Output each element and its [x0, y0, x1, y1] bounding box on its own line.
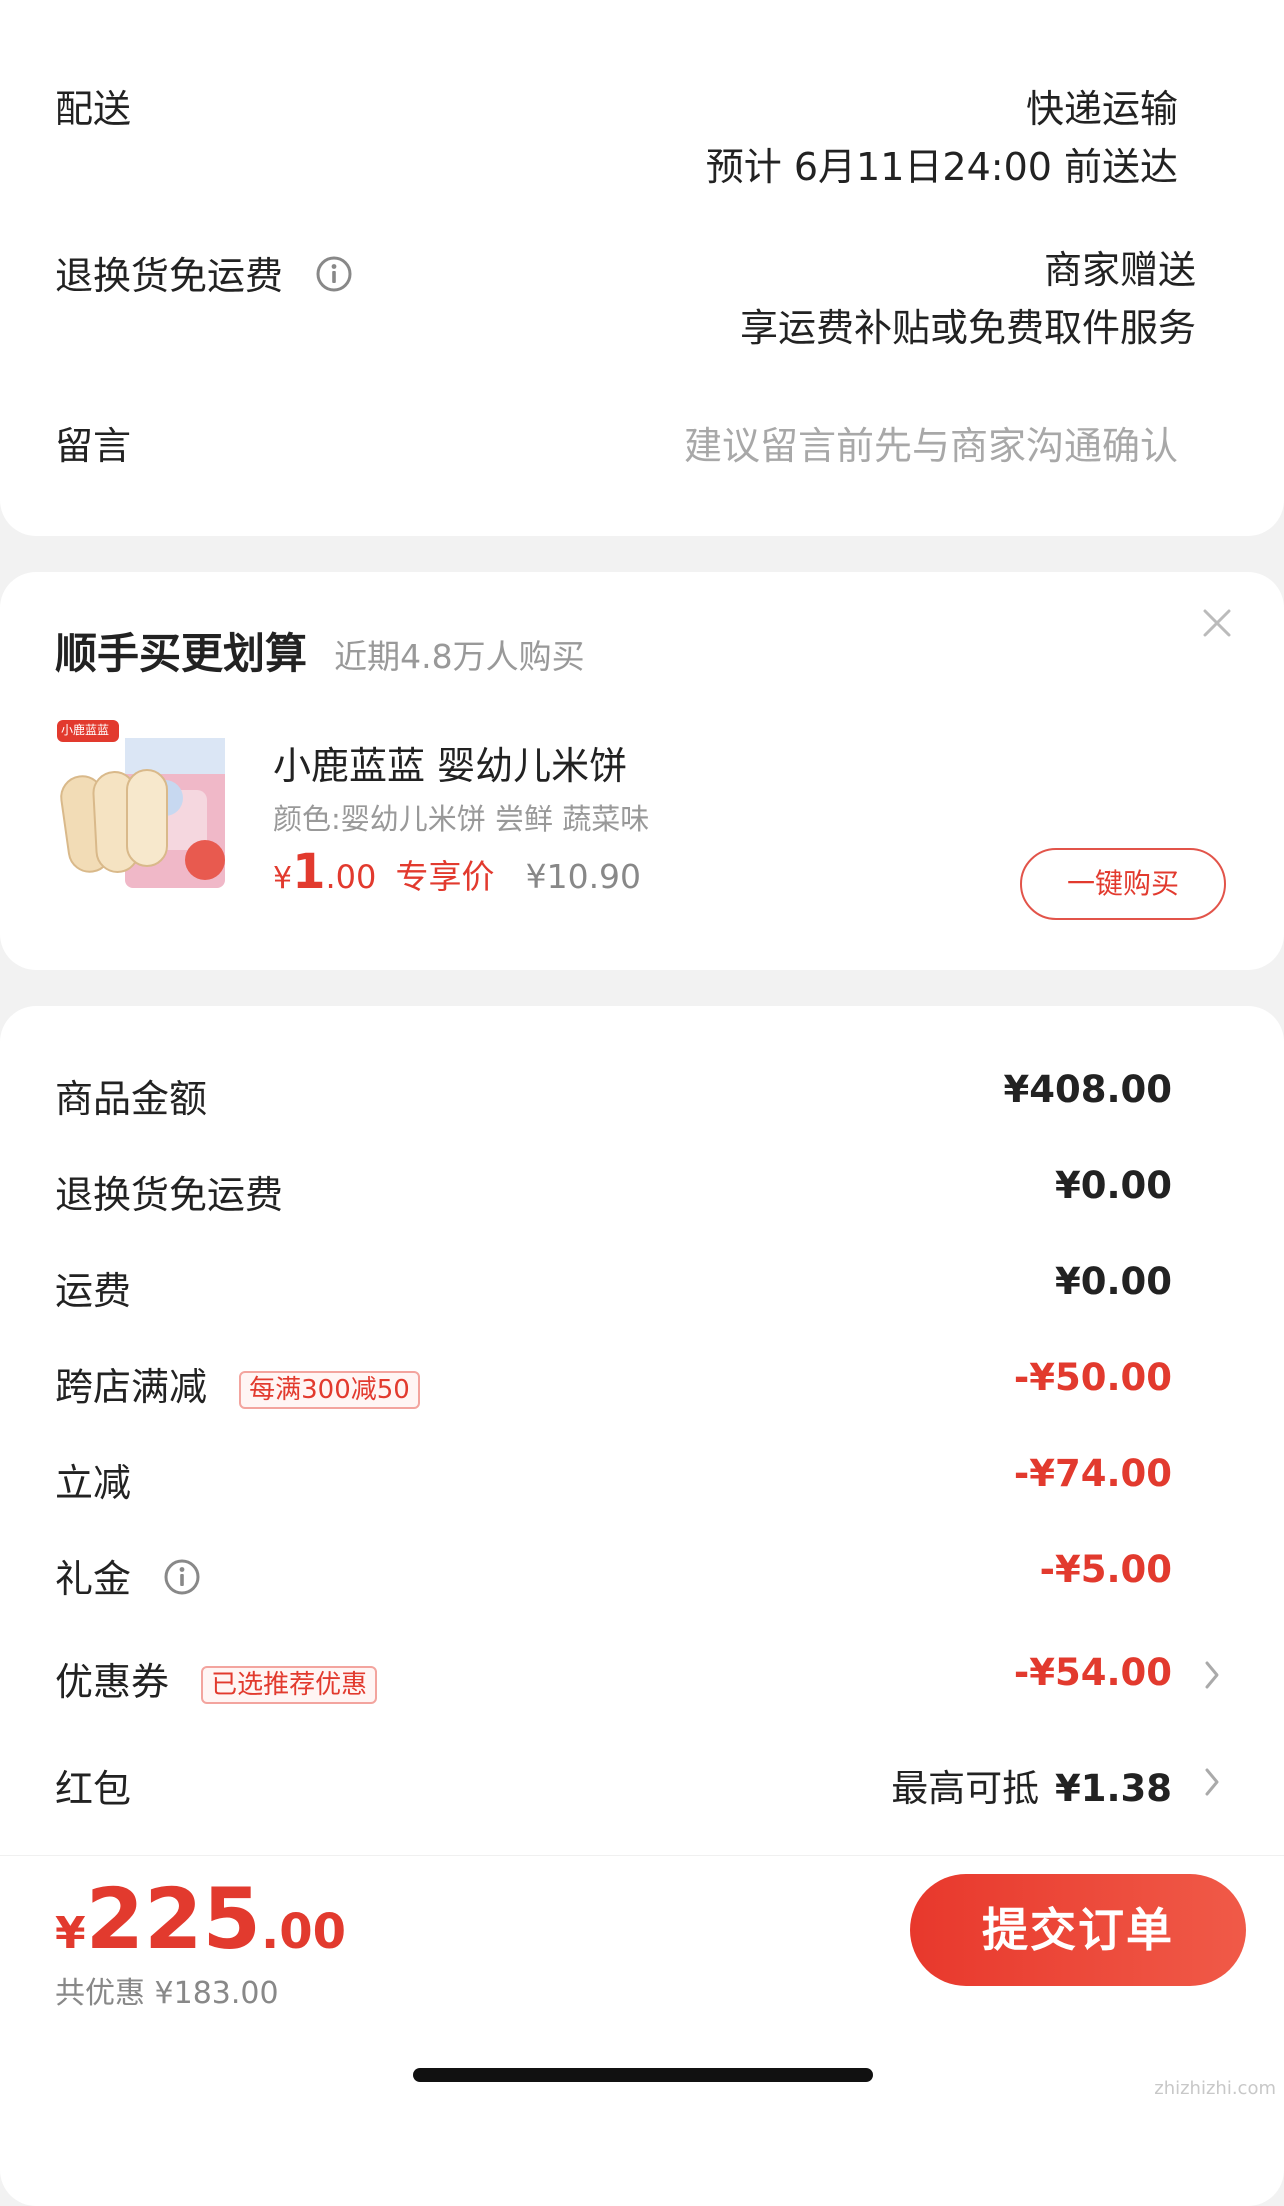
one-click-buy-button[interactable]: 一键购买 — [1020, 848, 1226, 920]
summary-label: 跨店满减 每满300减50 — [55, 1356, 420, 1411]
summary-value: -¥50.00 — [1013, 1356, 1172, 1399]
return-freight-label-text: 退换货免运费 — [55, 254, 284, 298]
coupon-tag: 已选推荐优惠 — [201, 1665, 378, 1704]
submit-order-button[interactable]: 提交订单 — [910, 1874, 1246, 1986]
product-name[interactable]: 小鹿蓝蓝 婴幼儿米饼 — [273, 735, 627, 790]
summary-label-text: 优惠券 — [55, 1660, 170, 1704]
message-input[interactable]: 建议留言前先与商家沟通确认 — [684, 415, 1178, 470]
message-row[interactable]: 留言 建议留言前先与商家沟通确认 — [55, 415, 1284, 495]
chevron-right-icon[interactable] — [1202, 1764, 1222, 1804]
product-image[interactable]: 小鹿蓝蓝 — [55, 720, 235, 900]
return-freight-value1: 商家赠送 — [1043, 248, 1196, 292]
red-packet-prefix: 最高可抵 — [891, 1767, 1040, 1810]
price-tag: 专享价 — [395, 857, 495, 896]
summary-label: 退换货免运费 — [55, 1173, 284, 1217]
info-icon[interactable] — [315, 255, 353, 302]
summary-row-gift-money: 礼金 -¥5.00 — [55, 1548, 1284, 1628]
summary-label: 立减 — [55, 1461, 132, 1505]
summary-value: ¥408.00 — [1003, 1068, 1172, 1111]
message-label: 留言 — [55, 424, 132, 468]
summary-label-text: 礼金 — [55, 1557, 132, 1601]
summary-row-coupon[interactable]: 优惠券 已选推荐优惠 -¥54.00 — [55, 1651, 1284, 1731]
summary-value: ¥0.00 — [1054, 1260, 1172, 1303]
order-info-card: 配送 快递运输 预计 6月11日24:00 前送达 退换货免运费 商家赠送 享运… — [0, 0, 1284, 536]
home-indicator — [413, 2068, 873, 2082]
info-icon[interactable] — [163, 1558, 201, 1605]
summary-label-text: 跨店满减 — [55, 1365, 208, 1409]
return-freight-value2: 享运费补贴或免费取件服务 — [739, 306, 1196, 350]
chevron-right-icon[interactable] — [1202, 1657, 1222, 1697]
checkout-bar: ¥225.00 共优惠 ¥183.00 提交订单 zhizhizhi.com — [0, 1855, 1284, 2108]
upsell-subtitle: 近期4.8万人购买 — [334, 637, 585, 676]
summary-label: 优惠券 已选推荐优惠 — [55, 1651, 378, 1706]
delivery-method: 快递运输 — [1025, 87, 1178, 131]
summary-row-goods: 商品金额 ¥408.00 — [55, 1068, 1284, 1148]
summary-value: -¥74.00 — [1013, 1452, 1172, 1495]
return-freight-row: 退换货免运费 商家赠送 享运费补贴或免费取件服务 — [55, 245, 1284, 350]
summary-row-shipping: 运费 ¥0.00 — [55, 1260, 1284, 1340]
product-spec: 颜色:婴幼儿米饼 尝鲜 蔬菜味 — [273, 802, 650, 836]
summary-value: -¥54.00 — [1013, 1651, 1172, 1694]
total-dec: .00 — [260, 1904, 346, 1960]
summary-value: 最高可抵 ¥1.38 — [891, 1758, 1172, 1812]
promo-tag: 每满300减50 — [239, 1370, 420, 1409]
summary-value: -¥5.00 — [1039, 1548, 1172, 1591]
summary-label: 商品金额 — [55, 1077, 208, 1121]
summary-label: 红包 — [55, 1767, 132, 1811]
total-price: ¥225.00 — [55, 1870, 346, 1968]
summary-row-instant-discount: 立减 -¥74.00 — [55, 1452, 1284, 1532]
upsell-card: 顺手买更划算 近期4.8万人购买 小鹿蓝蓝 小鹿蓝蓝 婴幼儿米饼 颜色:婴幼儿米… — [0, 572, 1284, 970]
summary-row-return-freight: 退换货免运费 ¥0.00 — [55, 1164, 1284, 1244]
price-dec: .00 — [325, 858, 377, 896]
close-icon[interactable] — [1202, 608, 1232, 642]
product-image-brand: 小鹿蓝蓝 — [61, 723, 110, 737]
price-int: 1 — [292, 844, 326, 900]
summary-label: 运费 — [55, 1269, 132, 1313]
delivery-row[interactable]: 配送 快递运输 预计 6月11日24:00 前送达 — [55, 78, 1284, 189]
watermark: zhizhizhi.com — [1154, 2078, 1276, 2099]
summary-label: 礼金 — [55, 1548, 201, 1605]
total-int: 225 — [85, 1870, 261, 1968]
delivery-eta: 预计 6月11日24:00 前送达 — [705, 145, 1178, 189]
upsell-header: 顺手买更划算 近期4.8万人购买 — [55, 620, 585, 681]
total-discount: 共优惠 ¥183.00 — [55, 1976, 279, 2011]
summary-row-red-packet[interactable]: 红包 最高可抵 ¥1.38 — [55, 1758, 1284, 1838]
original-price: ¥10.90 — [525, 857, 642, 896]
summary-row-cross-store: 跨店满减 每满300减50 -¥50.00 — [55, 1356, 1284, 1436]
upsell-title: 顺手买更划算 — [55, 629, 308, 678]
delivery-label: 配送 — [55, 87, 132, 131]
summary-value: ¥0.00 — [1054, 1164, 1172, 1207]
total-symbol: ¥ — [55, 1908, 86, 1959]
red-packet-value: ¥1.38 — [1054, 1767, 1172, 1810]
product-price: ¥1.00 专享价 ¥10.90 — [273, 844, 641, 900]
return-freight-label: 退换货免运费 — [55, 245, 353, 302]
price-symbol: ¥ — [273, 861, 293, 896]
